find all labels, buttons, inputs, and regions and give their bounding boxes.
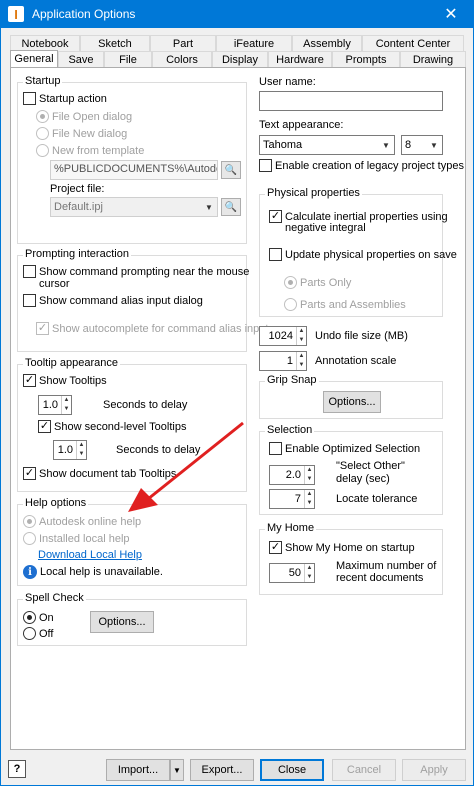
- arrow-head: [128, 488, 158, 512]
- export-button[interactable]: Export...: [190, 759, 254, 781]
- annotation-arrow: [128, 421, 244, 512]
- import-button[interactable]: Import...: [106, 759, 170, 781]
- chevron-down-icon: ▼: [173, 765, 181, 775]
- import-dropdown-button[interactable]: ▼: [170, 759, 184, 781]
- help-icon[interactable]: ?: [8, 760, 26, 778]
- apply-button[interactable]: Apply: [402, 759, 466, 781]
- arrow-shaft: [147, 421, 244, 501]
- cancel-button[interactable]: Cancel: [332, 759, 396, 781]
- close-button[interactable]: Close: [260, 759, 324, 781]
